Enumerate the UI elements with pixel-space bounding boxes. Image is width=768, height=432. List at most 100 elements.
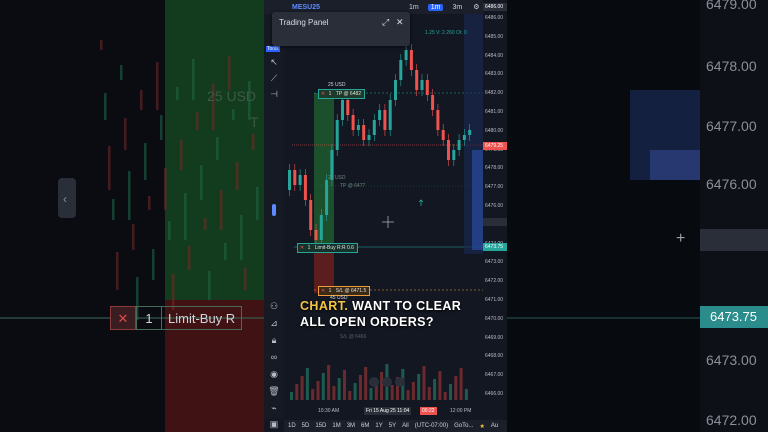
- trendline-icon[interactable]: ⟋: [268, 72, 280, 84]
- range-5d[interactable]: 5D: [302, 423, 310, 429]
- candle-body: [420, 80, 424, 90]
- volume-bar: [321, 373, 325, 400]
- candle-body: [415, 70, 419, 90]
- auto-button[interactable]: Au: [491, 423, 498, 429]
- bottom-range-bar: 1D 5D 15D 1M 3M 6M 1Y 5Y All (UTC-07:00)…: [284, 420, 507, 432]
- caption-highlight: CHART.: [300, 299, 349, 313]
- background-candle: [152, 249, 155, 280]
- background-candle: [236, 162, 239, 190]
- range-6m[interactable]: 6M: [361, 423, 369, 429]
- background-candle: [176, 87, 179, 100]
- goto-button[interactable]: GoTo...: [454, 423, 473, 429]
- expand-icon[interactable]: ⤢: [382, 17, 389, 28]
- background-candle: [200, 165, 203, 200]
- volume-bar: [337, 378, 341, 400]
- interval-1m-active[interactable]: 1m: [427, 3, 444, 11]
- candle-body: [356, 125, 360, 130]
- svg-text:+: +: [676, 230, 685, 247]
- background-candle: [256, 187, 259, 220]
- range-1y[interactable]: 1Y: [375, 423, 382, 429]
- cursor-icon[interactable]: ↖: [268, 56, 280, 68]
- close-icon[interactable]: ✕: [298, 245, 306, 251]
- candle-body: [394, 80, 397, 100]
- trash-icon[interactable]: 🗑︎: [268, 385, 280, 397]
- candle-body: [447, 140, 450, 160]
- range-15d[interactable]: 15D: [315, 423, 326, 429]
- interval-3m[interactable]: 3m: [449, 4, 465, 11]
- background-candle: [112, 199, 115, 220]
- volume-bar: [411, 382, 415, 400]
- background-candle: [180, 140, 183, 170]
- volume-bar: [348, 391, 352, 400]
- price-tick: 6478.00: [485, 165, 504, 172]
- drawing-toolbar: Tools ↖ ⟋ ⊣ ⚇ ⊿ 🔒︎ ∞ ◉ 🗑︎ ⌁ ▣: [264, 14, 284, 429]
- volume-bar: [464, 389, 468, 400]
- volume-bar: [390, 385, 394, 400]
- symbol-label[interactable]: MESU25: [292, 4, 320, 11]
- price-tick: 6476.00: [485, 203, 504, 209]
- range-all[interactable]: All: [402, 423, 409, 429]
- price-chart[interactable]: [264, 0, 507, 432]
- star-icon[interactable]: ★: [479, 423, 484, 430]
- chart-panel[interactable]: MESU25 1m 1m 3m ⚙ ◈ ••• Tools ↖ ⟋ ⊣ ⚇ ⊿ …: [264, 0, 507, 432]
- candle-body: [431, 95, 435, 110]
- current-price-badge: 6479.25: [483, 142, 507, 150]
- timezone-label[interactable]: (UTC-07:00): [415, 423, 448, 429]
- lock-icon[interactable]: 🔒︎: [268, 334, 280, 346]
- caption-line2: ALL OPEN ORDERS?: [300, 315, 434, 329]
- toolbar-scroll-handle[interactable]: [272, 204, 276, 216]
- price-tick: 6486.00: [485, 15, 504, 21]
- price-tick: 6471.00: [485, 297, 504, 303]
- candle-body: [325, 180, 329, 215]
- volume-bar: [422, 366, 426, 400]
- link-icon[interactable]: ∞: [268, 351, 280, 363]
- eye-icon[interactable]: ◉: [268, 368, 280, 380]
- candle-body: [346, 100, 350, 115]
- volume-bar: [369, 388, 373, 400]
- settings-icon[interactable]: ⚙: [473, 3, 479, 11]
- trading-panel[interactable]: Trading Panel ⤢ ✕: [272, 12, 410, 46]
- background-candle: [104, 93, 107, 120]
- ruler-icon[interactable]: ⌁: [268, 402, 280, 414]
- background-candle: [128, 171, 131, 220]
- close-icon[interactable]: ✕: [396, 17, 404, 28]
- measure-icon[interactable]: ⊿: [268, 317, 280, 329]
- volume-bar: [316, 381, 320, 400]
- screenshot-icon[interactable]: ▣: [268, 418, 280, 430]
- background-candle: [188, 246, 191, 270]
- candle-body: [409, 50, 413, 70]
- background-candle: [164, 168, 167, 210]
- volume-bar: [443, 392, 447, 400]
- background-candle: [108, 146, 111, 190]
- magnet-icon[interactable]: ⚇: [268, 300, 280, 312]
- close-icon[interactable]: ✕: [319, 91, 327, 97]
- close-icon[interactable]: ✕: [319, 288, 327, 294]
- volume-bar: [295, 384, 299, 400]
- interval-1m[interactable]: 1m: [406, 4, 422, 11]
- price-tick: 6484.00: [485, 52, 504, 59]
- price-tick: 6483.00: [485, 71, 504, 78]
- tp-size-label: 25 USD: [328, 82, 346, 88]
- time-label-left: 10:30 AM: [318, 408, 340, 414]
- background-candle: [148, 196, 151, 210]
- background-candle: [100, 40, 103, 50]
- candle-body: [457, 140, 461, 150]
- tp-order-tag[interactable]: ✕ 1 TP @ 6482: [318, 89, 366, 99]
- horizontal-line-icon[interactable]: ⊣: [268, 88, 280, 100]
- background-candle: [240, 215, 243, 260]
- candle-body: [441, 130, 445, 140]
- candle-body: [399, 60, 403, 80]
- range-1m[interactable]: 1M: [332, 423, 340, 429]
- limit-buy-order-tag[interactable]: ✕ 1 Limit-Buy R:R 0.6: [297, 243, 358, 253]
- background-candle: [140, 90, 143, 110]
- candle-body: [298, 175, 302, 185]
- range-3m[interactable]: 3M: [347, 423, 355, 429]
- candle-body: [383, 110, 387, 130]
- background-price-tick: 6478.00: [706, 58, 757, 74]
- price-axis[interactable]: 6486.00 6485.00 6484.00 6483.00 6482.00 6481.…: [483, 0, 507, 420]
- background-candle: [132, 224, 135, 250]
- range-1d[interactable]: 1D: [288, 423, 296, 429]
- candle-body: [367, 135, 371, 140]
- candle-body: [452, 150, 456, 160]
- range-5y[interactable]: 5Y: [389, 423, 396, 429]
